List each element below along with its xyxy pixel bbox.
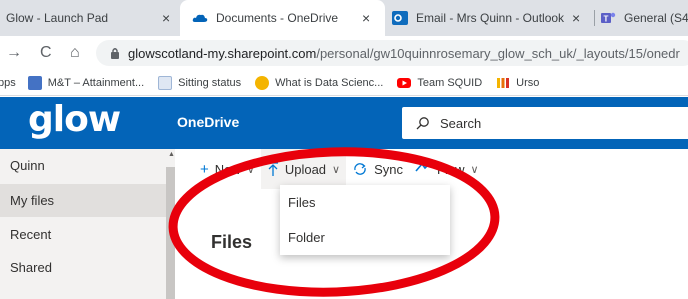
bookmark-label: Urso: [516, 76, 540, 89]
chevron-down-icon: ∨: [246, 163, 255, 176]
nav-my-files[interactable]: My files: [0, 184, 166, 217]
new-button[interactable]: + New ∨: [175, 149, 261, 189]
sync-button[interactable]: Sync: [346, 149, 409, 189]
glow-logo[interactable]: glow: [28, 99, 121, 140]
nav-item-label: My files: [10, 193, 55, 208]
bookmark-label: Sitting status: [178, 76, 242, 89]
nav-scrollbar-thumb[interactable]: [166, 167, 175, 299]
search-icon: [416, 117, 429, 130]
tab-title: General (S4 Co: [624, 11, 688, 25]
bookmark-urso[interactable]: Urso: [496, 76, 539, 90]
youtube-icon: [397, 77, 412, 88]
upload-files-option[interactable]: Files: [280, 185, 450, 219]
close-tab-icon[interactable]: ×: [362, 10, 370, 26]
menu-item-label: Files: [288, 194, 316, 210]
bookmark-data-science[interactable]: What is Data Scienc...: [255, 75, 384, 90]
upload-menu: Files Folder: [280, 185, 450, 255]
menu-item-label: Folder: [288, 229, 325, 245]
scroll-up-arrow-icon[interactable]: ▲: [168, 151, 175, 158]
tab-title: Glow - Launch Pad: [6, 11, 109, 25]
nav-item-label: Recent: [10, 227, 52, 242]
chevron-down-icon: ∨: [332, 163, 341, 176]
bookmarks-bar: pps M&T – Attainment... Sitting status W…: [0, 70, 688, 96]
sync-label: Sync: [374, 161, 404, 177]
onedrive-cloud-icon: [192, 14, 208, 22]
sync-icon: [354, 163, 366, 175]
tab-teams-general[interactable]: T General (S4 Co: [600, 0, 688, 36]
app-name[interactable]: OneDrive: [177, 114, 239, 130]
home-icon[interactable]: ⌂: [70, 44, 80, 62]
nav-shared[interactable]: Shared: [0, 251, 166, 284]
reload-icon[interactable]: C: [40, 44, 52, 62]
bookmark-mt-attainment[interactable]: M&T – Attainment...: [27, 75, 145, 90]
url-path: /personal/gw10quinnrosemary_glow_sch_uk/…: [316, 45, 680, 61]
upload-label: Upload: [284, 161, 327, 177]
bars-icon: [497, 77, 510, 88]
bookmark-label: What is Data Scienc...: [275, 76, 384, 89]
bookmark-label: Team SQUID: [417, 76, 483, 89]
nav-item-label: Quinn: [10, 158, 45, 173]
url-host: glowscotland-my.sharepoint.com: [128, 45, 317, 61]
flow-label: Flow: [437, 161, 465, 177]
command-bar: + New ∨ Upload ∨ Sync Flow ∨: [175, 149, 688, 189]
upload-folder-option[interactable]: Folder: [280, 220, 450, 254]
nav-recent[interactable]: Recent: [0, 218, 166, 251]
bookmark-label: pps: [0, 76, 16, 89]
nav-item-label: Shared: [10, 260, 52, 275]
left-nav: Quinn My files Recent Shared ▲: [0, 149, 175, 299]
teams-icon: T: [601, 12, 616, 24]
plus-icon: +: [200, 160, 209, 178]
site-icon: [255, 75, 270, 90]
bookmark-apps[interactable]: pps: [0, 77, 16, 89]
doc-icon: [158, 75, 173, 90]
address-bar-row: → C ⌂ glowscotland-my.sharepoint.com /pe…: [0, 36, 688, 70]
forward-arrow-icon[interactable]: →: [6, 44, 22, 62]
tab-glow-launch-pad[interactable]: Glow - Launch Pad ×: [6, 0, 186, 36]
sheet-icon: [27, 75, 42, 90]
browser-tab-strip: Glow - Launch Pad × Documents - OneDrive…: [0, 0, 688, 36]
tab-title: Email - Mrs Quinn - Outlook: [416, 11, 565, 25]
tab-documents-onedrive[interactable]: Documents - OneDrive ×: [180, 0, 385, 36]
outlook-icon: [392, 11, 408, 25]
svg-text:T: T: [604, 15, 609, 24]
address-bar[interactable]: glowscotland-my.sharepoint.com /personal…: [96, 40, 688, 66]
tab-separator: [594, 10, 595, 26]
bookmark-team-squid[interactable]: Team SQUID: [397, 76, 482, 90]
tab-outlook-email[interactable]: Email - Mrs Quinn - Outlook ×: [392, 0, 590, 36]
lock-icon: [111, 48, 119, 59]
search-box[interactable]: Search: [402, 107, 688, 139]
chevron-down-icon: ∨: [470, 163, 479, 176]
flow-icon: [415, 162, 431, 172]
new-label: New: [214, 161, 241, 177]
bookmark-sitting-status[interactable]: Sitting status: [158, 75, 242, 90]
close-tab-icon[interactable]: ×: [162, 10, 170, 26]
page-title: Files: [211, 232, 253, 252]
suite-bar: glow OneDrive Search: [0, 97, 688, 149]
bookmark-label: M&T – Attainment...: [47, 76, 145, 89]
tab-title: Documents - OneDrive: [216, 11, 339, 25]
close-tab-icon[interactable]: ×: [572, 10, 580, 26]
upload-arrow-icon: [267, 161, 278, 176]
upload-button[interactable]: Upload ∨: [260, 149, 347, 189]
flow-button[interactable]: Flow ∨: [409, 149, 485, 189]
nav-user-name[interactable]: Quinn: [0, 149, 166, 182]
search-placeholder: Search: [440, 115, 482, 131]
